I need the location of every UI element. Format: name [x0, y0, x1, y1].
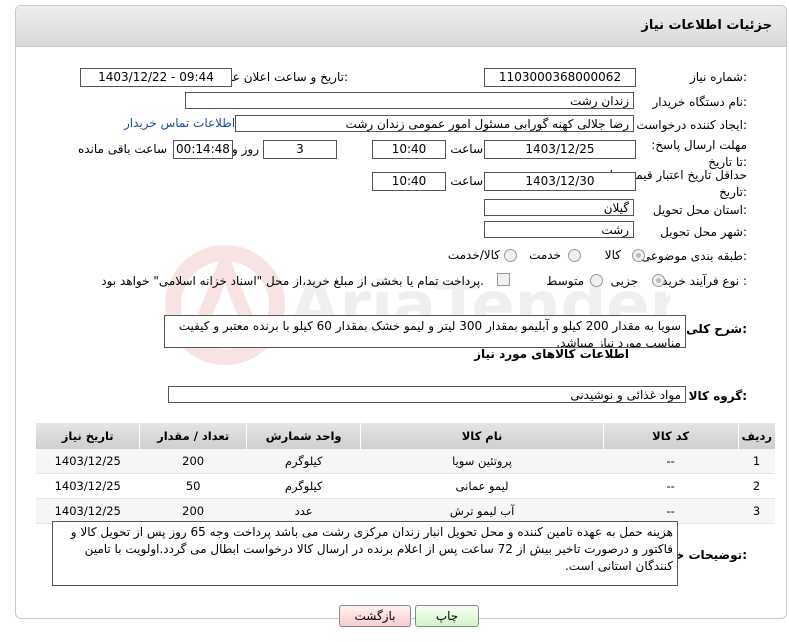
- category-service-label: خدمت: [529, 248, 561, 262]
- goods-group-value: مواد غذائی و نوشیدنی: [168, 386, 686, 403]
- category-service-radio[interactable]: [568, 249, 581, 262]
- city-label: شهر محل تحویل:: [660, 225, 747, 239]
- print-button[interactable]: چاپ: [415, 605, 479, 627]
- cell-quantity: 200: [139, 498, 247, 524]
- deadline-date: 1403/12/25: [484, 140, 636, 159]
- description-text: سویا به مقدار 200 کیلو و آبلیمو بمقدار 3…: [164, 315, 686, 348]
- creator-label: ایجاد کننده درخواست:: [636, 118, 747, 132]
- cell-name: پروتئین سویا: [360, 449, 604, 474]
- cell-unit: کیلوگرم: [246, 449, 361, 474]
- province-value: گیلان: [484, 199, 634, 216]
- category-label: طبقه بندی موضوعی:: [640, 249, 747, 263]
- process-partial-radio[interactable]: [652, 274, 665, 287]
- deadline-label: مهلت ارسال پاسخ: تا تاریخ:: [651, 138, 747, 169]
- category-both-radio[interactable]: [504, 249, 517, 262]
- table-row: 2 -- لیمو عمانی کیلوگرم 50 1403/12/25: [35, 473, 775, 499]
- cell-code: --: [603, 498, 738, 524]
- deadline-time: 10:40: [372, 140, 446, 159]
- treasury-checkbox[interactable]: [497, 273, 510, 286]
- cell-date: 1403/12/25: [35, 473, 140, 499]
- city-value: رشت: [484, 221, 634, 238]
- creator-value: رضا جلالی کهنه گورابی مسئول امور عمومی ز…: [235, 115, 634, 132]
- panel-header: جزئیات اطلاعات نیاز: [16, 6, 786, 47]
- buyer-value: زندان رشت: [185, 92, 634, 109]
- need-number-label: شماره نیاز:: [689, 70, 747, 84]
- cell-name: لیمو عمانی: [360, 473, 604, 499]
- remaining-label: ساعت باقی مانده: [77, 142, 167, 156]
- process-partial-label: جزیی: [610, 274, 638, 288]
- cell-unit: کیلوگرم: [246, 473, 361, 499]
- validity-time: 10:40: [372, 172, 446, 191]
- process-medium-radio[interactable]: [590, 274, 603, 287]
- table-row: 3 -- آب لیمو ترش عدد 200 1403/12/25: [35, 498, 775, 524]
- page-title: جزئیات اطلاعات نیاز: [641, 18, 772, 33]
- col-date: تاریخ نیاز: [34, 423, 140, 449]
- validity-time-label: ساعت: [450, 174, 483, 188]
- cell-quantity: 200: [139, 449, 247, 474]
- col-name: نام کالا: [360, 423, 604, 449]
- cell-date: 1403/12/25: [35, 449, 140, 474]
- items-table: ردیف کد کالا نام کالا واحد شمارش تعداد /…: [34, 423, 775, 524]
- back-button[interactable]: بازگشت: [339, 605, 411, 627]
- cell-unit: عدد: [246, 498, 361, 524]
- process-label: نوع فرآیند خرید :: [662, 274, 747, 288]
- validity-date: 1403/12/30: [484, 172, 636, 191]
- days-label: روز و: [232, 142, 259, 156]
- table-row: 1 -- پروتئین سویا کیلوگرم 200 1403/12/25: [35, 449, 775, 474]
- cell-date: 1403/12/25: [35, 498, 140, 524]
- cell-code: --: [603, 473, 738, 499]
- col-row: ردیف: [737, 423, 775, 449]
- process-medium-label: متوسط: [546, 274, 584, 288]
- announce-value: 1403/12/22 - 09:44: [80, 68, 232, 87]
- cell-quantity: 50: [139, 473, 247, 499]
- contact-info-link[interactable]: اطلاعات تماس خریدار: [124, 116, 235, 130]
- cell-name: آب لیمو ترش: [360, 498, 604, 524]
- payment-note: پرداخت تمام یا بخشی از مبلغ خرید،از محل …: [101, 274, 484, 288]
- table-header-row: ردیف کد کالا نام کالا واحد شمارش تعداد /…: [34, 423, 775, 449]
- buyer-notes-text: هزینه حمل به عهده تامین کننده و محل تحوی…: [52, 521, 678, 586]
- deadline-time-label: ساعت: [450, 142, 483, 156]
- cell-code: --: [603, 449, 738, 474]
- col-quantity: تعداد / مقدار: [139, 423, 247, 449]
- category-goods-radio[interactable]: [632, 249, 645, 262]
- need-number-value: 1103000368000062: [484, 68, 636, 87]
- category-goods-label: کالا: [604, 248, 621, 262]
- goods-group-label: گروه کالا:: [688, 389, 747, 403]
- col-code: کد کالا: [602, 423, 738, 449]
- remaining-time: 00:14:48: [173, 140, 233, 159]
- province-label: استان محل تحویل:: [652, 203, 747, 217]
- col-unit: واحد شمارش: [245, 423, 361, 449]
- days-value: 3: [263, 140, 337, 159]
- cell-row: 1: [738, 449, 775, 474]
- goods-info-title: اطلاعات کالاهای مورد نیاز: [474, 347, 629, 361]
- cell-row: 3: [738, 498, 775, 524]
- category-both-label: کالا/خدمت: [447, 248, 500, 262]
- cell-row: 2: [738, 473, 775, 499]
- buyer-label: نام دستگاه خریدار:: [652, 95, 748, 109]
